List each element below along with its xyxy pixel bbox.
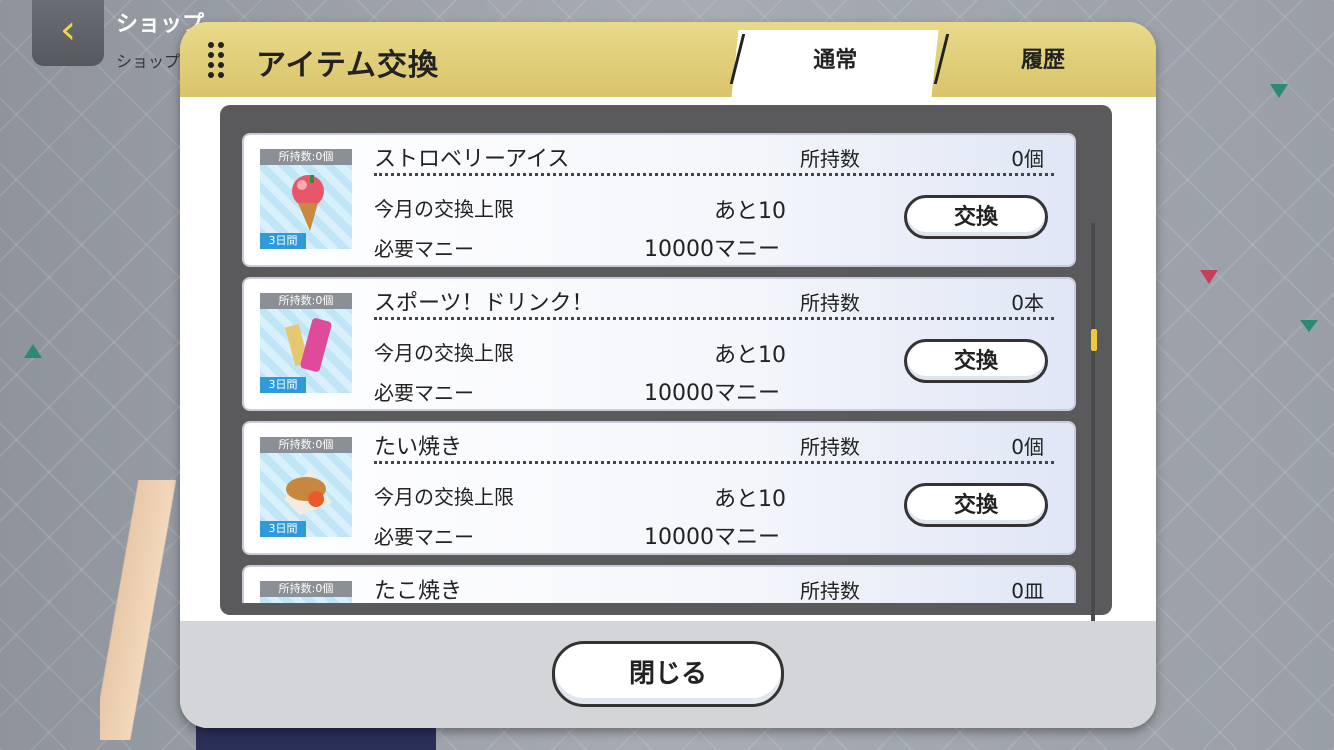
list-item: 所持数:0個 3日間 ストロベリーアイス 所持数 0個 今月の交換上限 あと10… — [242, 133, 1076, 267]
list-item: 所持数:0個 3日間 たい焼き 所持数 0個 今月の交換上限 あと10 必要マニ… — [242, 421, 1076, 555]
confetti-decoration — [24, 344, 42, 358]
own-label: 所持数 — [800, 435, 860, 459]
list-item: 所持数:0個 たこ焼き 所持数 0皿 — [242, 565, 1076, 603]
drag-handle-icon — [208, 42, 228, 80]
item-name: スポーツ！ドリンク！ — [374, 291, 594, 316]
own-count-badge: 所持数:0個 — [260, 437, 352, 453]
item-list-viewport: 所持数:0個 3日間 ストロベリーアイス 所持数 0個 今月の交換上限 あと10… — [234, 119, 1094, 603]
dialog-body: 所持数:0個 3日間 ストロベリーアイス 所持数 0個 今月の交換上限 あと10… — [180, 97, 1156, 693]
limit-label: 今月の交換上限 — [374, 341, 514, 365]
limit-value: あと10 — [714, 487, 786, 512]
dialog-footer: 閉じる — [180, 621, 1156, 728]
item-name: ストロベリーアイス — [374, 147, 570, 172]
ice-cream-icon — [292, 175, 324, 231]
own-value: 0個 — [1011, 435, 1044, 459]
chevron-left-icon: ‹ — [60, 7, 76, 53]
divider — [374, 173, 1054, 176]
confetti-decoration — [1270, 84, 1288, 98]
cost-label: 必要マニー — [374, 381, 474, 405]
divider — [374, 461, 1054, 464]
exchange-button[interactable]: 交換 — [904, 483, 1048, 527]
divider — [374, 317, 1054, 320]
scrollbar-thumb[interactable] — [1091, 329, 1097, 351]
limit-value: あと10 — [714, 199, 786, 224]
item-list[interactable]: 所持数:0個 3日間 ストロベリーアイス 所持数 0個 今月の交換上限 あと10… — [220, 105, 1112, 615]
cost-value: 10000マニー — [644, 525, 780, 550]
dialog-title: アイテム交換 — [256, 48, 439, 83]
limit-label: 今月の交換上限 — [374, 197, 514, 221]
duration-badge: 3日間 — [260, 521, 306, 537]
list-item: 所持数:0個 3日間 スポーツ！ドリンク！ 所持数 0本 今月の交換上限 あと1… — [242, 277, 1076, 411]
item-thumbnail: 所持数:0個 3日間 — [260, 437, 352, 537]
confetti-decoration — [1200, 270, 1218, 284]
item-exchange-dialog: アイテム交換 通常 履歴 所持数:0個 3日間 ストロベリーアイス 所持数 0個… — [180, 22, 1156, 728]
own-value: 0個 — [1011, 147, 1044, 171]
cost-label: 必要マニー — [374, 525, 474, 549]
close-button[interactable]: 閉じる — [552, 641, 784, 707]
limit-label: 今月の交換上限 — [374, 485, 514, 509]
own-value: 0皿 — [1011, 579, 1044, 603]
item-thumbnail: 所持数:0個 3日間 — [260, 293, 352, 393]
own-label: 所持数 — [800, 291, 860, 315]
back-button[interactable]: ‹ — [32, 0, 104, 66]
item-thumbnail: 所持数:0個 3日間 — [260, 149, 352, 249]
item-thumbnail: 所持数:0個 — [260, 581, 352, 603]
dialog-header: アイテム交換 通常 履歴 — [180, 22, 1156, 97]
limit-value: あと10 — [714, 343, 786, 368]
cost-value: 10000マニー — [644, 381, 780, 406]
tab-normal[interactable]: 通常 — [731, 30, 939, 97]
character-arm — [100, 480, 180, 740]
own-value: 0本 — [1011, 291, 1044, 315]
own-label: 所持数 — [800, 579, 860, 603]
taiyaki-icon — [284, 469, 332, 515]
exchange-button[interactable]: 交換 — [904, 195, 1048, 239]
own-count-badge: 所持数:0個 — [260, 293, 352, 309]
own-count-badge: 所持数:0個 — [260, 581, 352, 597]
own-count-badge: 所持数:0個 — [260, 149, 352, 165]
duration-badge: 3日間 — [260, 233, 306, 249]
cost-value: 10000マニー — [644, 237, 780, 262]
page-subtitle: ショップ — [116, 52, 181, 71]
cost-label: 必要マニー — [374, 237, 474, 261]
own-label: 所持数 — [800, 147, 860, 171]
duration-badge: 3日間 — [260, 377, 306, 393]
item-name: たい焼き — [374, 435, 463, 460]
item-name: たこ焼き — [374, 579, 463, 603]
confetti-decoration — [1300, 320, 1318, 332]
exchange-button[interactable]: 交換 — [904, 339, 1048, 383]
tab-history[interactable]: 履歴 — [943, 30, 1143, 97]
drink-icon — [285, 318, 332, 372]
